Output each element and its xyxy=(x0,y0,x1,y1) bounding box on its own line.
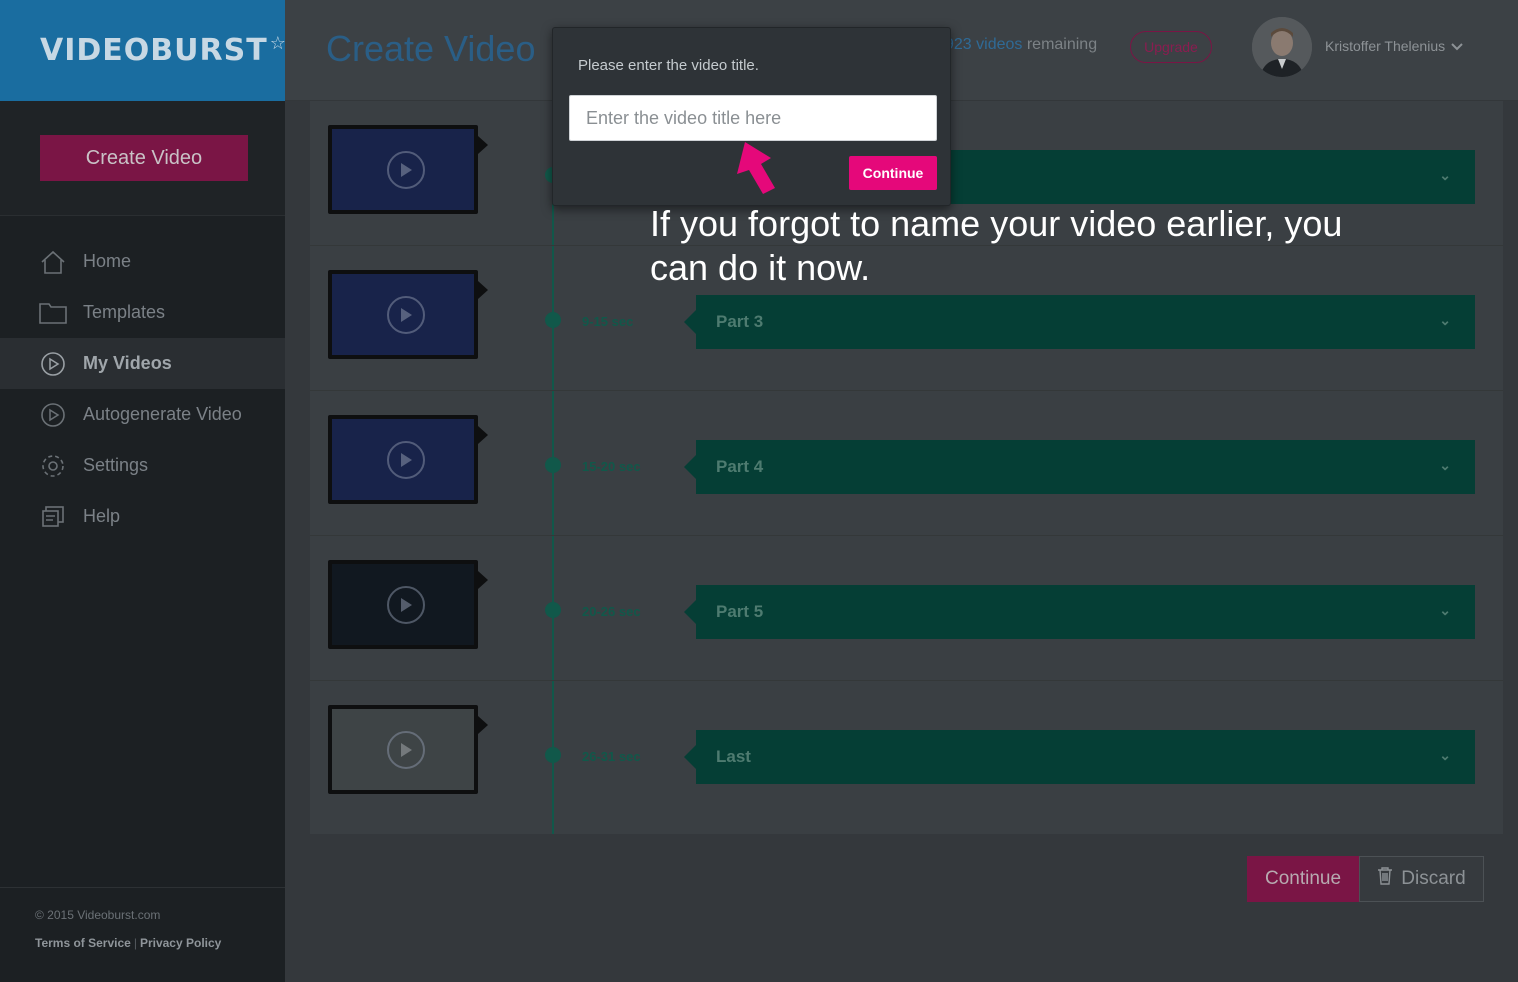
thumbnail-pointer xyxy=(478,281,488,299)
sidebar-item-home[interactable]: Home xyxy=(0,236,285,287)
video-title-input[interactable] xyxy=(569,95,937,141)
play-circle-icon xyxy=(38,349,68,379)
continue-button[interactable]: Continue xyxy=(1247,856,1359,902)
gear-icon xyxy=(38,451,68,481)
part-label: Last xyxy=(716,747,751,766)
link-separator: | xyxy=(133,936,137,950)
discard-button[interactable]: Discard xyxy=(1359,856,1484,902)
chevron-down-icon: ⌄ xyxy=(1439,747,1451,763)
timeline-dot xyxy=(545,747,561,763)
home-icon xyxy=(38,247,68,277)
chevron-down-icon xyxy=(1451,38,1463,54)
pointer-arrow-icon xyxy=(737,142,775,194)
thumbnail-image xyxy=(332,709,474,790)
timeline-dot xyxy=(545,312,561,328)
chevron-down-icon: ⌄ xyxy=(1439,602,1451,618)
trash-icon xyxy=(1377,867,1393,891)
play-icon[interactable] xyxy=(387,586,425,624)
tooltip-text: If you forgot to name your video earlier… xyxy=(650,203,1343,288)
video-thumbnail[interactable] xyxy=(328,270,478,359)
sidebar-item-label: Templates xyxy=(83,302,166,322)
copyright: © 2015 Videoburst.com xyxy=(35,908,161,922)
avatar[interactable] xyxy=(1252,17,1312,77)
part-bar[interactable]: Last ⌄ xyxy=(684,730,1475,784)
play-circle-icon xyxy=(38,400,68,430)
sidebar-item-label: My Videos xyxy=(83,353,172,373)
thumbnail-pointer xyxy=(478,136,488,154)
chevron-down-icon: ⌄ xyxy=(1439,167,1451,183)
play-icon[interactable] xyxy=(387,441,425,479)
sidebar-item-my-videos[interactable]: My Videos xyxy=(0,338,285,389)
time-range: 9-15 sec xyxy=(582,314,634,329)
help-icon xyxy=(38,502,68,532)
privacy-link[interactable]: Privacy Policy xyxy=(140,936,221,950)
thumbnail-image xyxy=(332,419,474,500)
thumbnail-image xyxy=(332,129,474,210)
folder-icon xyxy=(38,298,68,328)
timeline-row: 15-20 sec Part 4 ⌄ xyxy=(310,391,1503,536)
play-icon[interactable] xyxy=(387,296,425,334)
video-thumbnail[interactable] xyxy=(328,560,478,649)
timeline-row: 20-26 sec Part 5 ⌄ xyxy=(310,536,1503,681)
video-thumbnail[interactable] xyxy=(328,125,478,214)
chevron-down-icon: ⌄ xyxy=(1439,457,1451,473)
thumbnail-image xyxy=(332,564,474,645)
sidebar-item-label: Settings xyxy=(83,455,149,475)
sidebar-footer: © 2015 Videoburst.com Terms of Service | P… xyxy=(0,887,285,982)
sidebar-item-autogenerate-video[interactable]: Autogenerate Video xyxy=(0,389,285,440)
part-label: Part 3 xyxy=(716,312,764,331)
sidebar-item-label: Help xyxy=(83,506,121,526)
sidebar-nav: Home Templates My Videos Autogenerate Vi… xyxy=(0,236,285,542)
time-range: 15-20 sec xyxy=(582,459,641,474)
thumbnail-pointer xyxy=(478,426,488,444)
create-video-button[interactable]: Create Video xyxy=(40,135,248,181)
sidebar-item-label: Autogenerate Video xyxy=(83,404,242,424)
part-bar[interactable]: Part 3 ⌄ xyxy=(684,295,1475,349)
logo-bar: VIDEOBURST ☆ xyxy=(0,0,287,101)
create-area: Create Video xyxy=(0,101,285,216)
terms-link[interactable]: Terms of Service xyxy=(35,936,131,950)
user-name: Kristoffer Thelenius xyxy=(1325,38,1446,54)
thumbnail-pointer xyxy=(478,716,488,734)
timeline-dot xyxy=(545,602,561,618)
part-label: Part 5 xyxy=(716,602,764,621)
user-menu[interactable]: Kristoffer Thelenius xyxy=(1325,38,1463,54)
timeline-dot xyxy=(545,457,561,473)
remaining-count[interactable]: 923 videos xyxy=(945,36,1022,53)
play-icon[interactable] xyxy=(387,151,425,189)
remaining-suffix: remaining xyxy=(1026,36,1098,53)
videos-remaining: 923 videos remaining xyxy=(945,36,1097,54)
page-title: Create Video xyxy=(326,28,536,69)
part-bar[interactable]: Part 5 ⌄ xyxy=(684,585,1475,639)
play-icon[interactable] xyxy=(387,731,425,769)
thumbnail-image xyxy=(332,274,474,355)
discard-label: Discard xyxy=(1401,868,1466,889)
modal-label: Please enter the video title. xyxy=(578,57,759,74)
modal-continue-button[interactable]: Continue xyxy=(849,156,937,190)
part-label: Part 4 xyxy=(716,457,764,476)
time-range: 26-31 sec xyxy=(582,749,641,764)
sidebar-item-templates[interactable]: Templates xyxy=(0,287,285,338)
bottom-actions: Continue Discard xyxy=(1247,856,1484,902)
sidebar-item-settings[interactable]: Settings xyxy=(0,440,285,491)
thumbnail-pointer xyxy=(478,571,488,589)
part-bar[interactable]: Part 4 ⌄ xyxy=(684,440,1475,494)
chevron-down-icon: ⌄ xyxy=(1439,312,1451,328)
timeline-row: 26-31 sec Last ⌄ xyxy=(310,681,1503,826)
time-range: 20-26 sec xyxy=(582,604,641,619)
sidebar: VIDEOBURST ☆ Create Video Home Templates … xyxy=(0,0,287,982)
sidebar-item-label: Home xyxy=(83,251,132,271)
sidebar-item-help[interactable]: Help xyxy=(0,491,285,542)
footer-links: Terms of Service | Privacy Policy xyxy=(35,936,285,950)
video-thumbnail[interactable] xyxy=(328,705,478,794)
logo[interactable]: VIDEOBURST ☆ xyxy=(40,33,287,68)
video-thumbnail[interactable] xyxy=(328,415,478,504)
upgrade-button[interactable]: Upgrade xyxy=(1130,31,1212,63)
